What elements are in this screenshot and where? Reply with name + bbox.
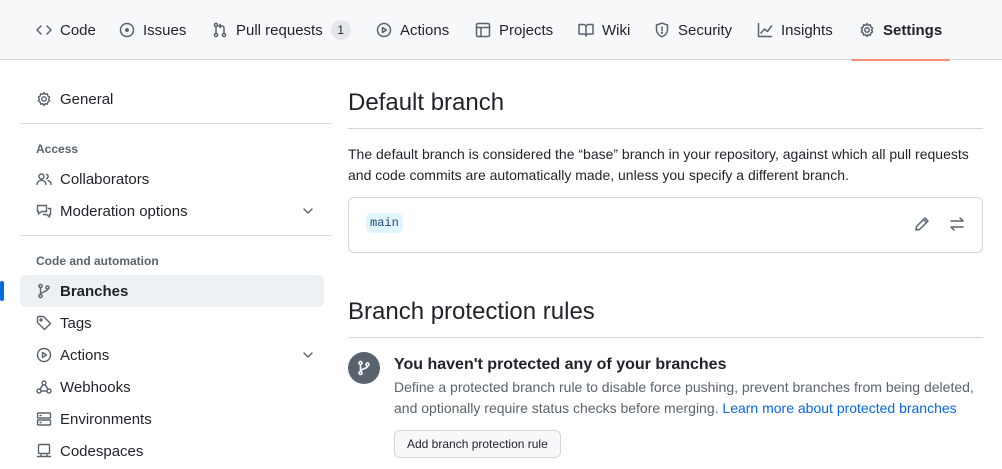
sidebar-item-label: Environments — [60, 410, 152, 428]
sidebar-item-environments[interactable]: Environments — [20, 403, 324, 435]
tab-wiki-label: Wiki — [602, 21, 631, 39]
empty-state-description: Define a protected branch rule to disabl… — [394, 377, 994, 419]
tab-security-label: Security — [678, 21, 733, 39]
tab-pull-requests-label: Pull requests — [236, 21, 323, 39]
shield-icon — [655, 22, 669, 38]
tab-insights-label: Insights — [781, 21, 833, 39]
git-branch-icon — [38, 283, 50, 299]
tab-insights[interactable]: Insights — [757, 0, 833, 60]
play-icon — [36, 347, 52, 363]
tab-settings[interactable]: Settings — [850, 0, 951, 61]
tab-pull-requests[interactable]: Pull requests 1 — [212, 0, 351, 60]
sidebar-item-collaborators[interactable]: Collaborators — [20, 163, 324, 195]
sidebar-item-actions[interactable]: Actions — [20, 339, 324, 371]
section-divider — [348, 128, 983, 129]
empty-state-title: You haven't protected any of your branch… — [394, 356, 727, 373]
play-icon — [376, 22, 392, 38]
codespaces-icon — [36, 443, 52, 458]
section-divider — [348, 337, 983, 338]
sidebar-item-label: Actions — [60, 346, 110, 364]
default-branch-box: main — [348, 197, 983, 253]
git-pull-request-icon — [213, 22, 227, 38]
branch-protection-heading: Branch protection rules — [348, 298, 595, 325]
sidebar-item-tags[interactable]: Tags — [20, 307, 324, 339]
sidebar-heading-code-and-automation: Code and automation — [36, 254, 159, 268]
gear-icon — [37, 91, 51, 107]
sidebar-divider — [20, 235, 332, 236]
tab-actions[interactable]: Actions — [376, 0, 449, 60]
sidebar-item-label: Branches — [60, 282, 129, 300]
tab-code[interactable]: Code — [36, 0, 96, 60]
repo-nav: Code Issues Pull requests 1 Actions Proj… — [0, 0, 1002, 61]
pull-requests-count-badge: 1 — [330, 20, 351, 40]
tab-issues-label: Issues — [143, 21, 187, 39]
sidebar-item-label: Collaborators — [60, 170, 150, 188]
default-branch-heading: Default branch — [348, 89, 505, 116]
graph-icon — [757, 22, 773, 38]
gear-icon — [860, 22, 874, 38]
learn-more-protected-branches-link[interactable]: Learn more about protected branches — [722, 400, 956, 416]
sidebar-item-label: Moderation options — [60, 202, 188, 220]
sidebar-item-codespaces[interactable]: Codespaces — [20, 435, 324, 467]
sidebar-item-label: Codespaces — [60, 442, 144, 460]
tab-security[interactable]: Security — [654, 0, 732, 60]
issue-opened-icon — [119, 22, 135, 38]
table-icon — [475, 22, 491, 38]
book-icon — [578, 23, 594, 37]
tab-code-label: Code — [60, 21, 96, 39]
server-icon — [36, 412, 52, 426]
code-icon — [36, 25, 52, 35]
add-branch-protection-rule-button[interactable]: Add branch protection rule — [394, 430, 561, 458]
people-icon — [36, 173, 52, 186]
tab-actions-label: Actions — [400, 21, 450, 39]
sidebar-item-label: Tags — [60, 314, 92, 332]
sidebar-item-general[interactable]: General — [20, 83, 324, 115]
default-branch-name: main — [366, 213, 403, 233]
git-branch-icon — [358, 360, 370, 376]
comment-discussion-icon — [36, 204, 52, 218]
sidebar-divider — [20, 123, 332, 124]
tab-issues[interactable]: Issues — [119, 0, 186, 60]
chevron-down-icon[interactable] — [300, 203, 316, 219]
webhook-icon — [36, 380, 52, 394]
chevron-down-icon[interactable] — [300, 347, 316, 363]
tab-projects[interactable]: Projects — [475, 0, 553, 60]
tab-projects-label: Projects — [499, 21, 554, 39]
sidebar-heading-access: Access — [36, 142, 79, 156]
rename-branch-button[interactable] — [914, 216, 932, 234]
sidebar-item-branches[interactable]: Branches — [0, 275, 324, 307]
tab-wiki[interactable]: Wiki — [578, 0, 630, 60]
tab-settings-label: Settings — [883, 21, 943, 39]
sidebar-item-webhooks[interactable]: Webhooks — [20, 371, 324, 403]
arrow-switch-icon — [950, 217, 964, 231]
sidebar-item-label: Webhooks — [60, 378, 131, 396]
branch-protection-empty-icon — [348, 352, 380, 384]
switch-default-branch-button[interactable] — [949, 216, 967, 234]
default-branch-description: The default branch is considered the “ba… — [348, 146, 969, 183]
sidebar-item-label: General — [60, 90, 114, 108]
sidebar-item-moderation-options[interactable]: Moderation options — [20, 195, 324, 227]
tag-icon — [36, 315, 52, 331]
pencil-icon — [915, 217, 929, 231]
